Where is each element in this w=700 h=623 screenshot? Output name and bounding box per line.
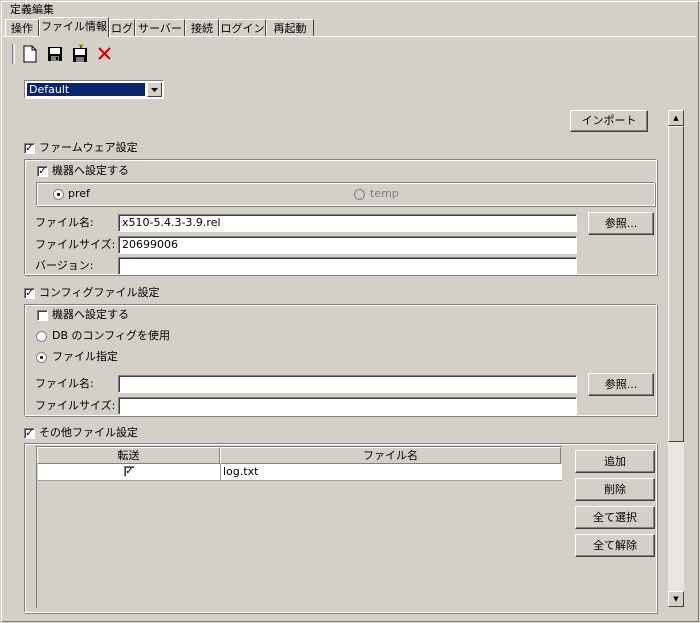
vertical-scrollbar[interactable]: ▲ ▼ [668,110,684,607]
column-header-filename[interactable]: ファイル名 [220,447,561,464]
tab-login[interactable]: ログイン [219,19,266,36]
config-filesize-field[interactable] [118,397,577,415]
remove-button[interactable]: 削除 [575,478,655,501]
tab-server[interactable]: サーバー [135,19,185,36]
other-files-table[interactable]: 転送 ファイル名 ✓ log.txt [36,446,562,608]
firmware-version-label: バージョン: [35,259,94,272]
firmware-filename-label: ファイル名: [35,216,94,229]
deselect-all-button[interactable]: 全て解除 [575,534,655,557]
save-icon[interactable] [45,44,65,64]
toolbar-separator [12,44,15,64]
tab-operation[interactable]: 操作 [5,19,39,36]
firmware-enable-checkbox[interactable]: ✓ [24,143,35,154]
column-header-transfer[interactable]: 転送 [37,447,220,464]
firmware-filesize-field[interactable]: 20699006 [118,236,577,254]
add-button[interactable]: 追加 [575,450,655,473]
tab-restart[interactable]: 再起動 [266,19,314,36]
scroll-thumb[interactable] [668,126,684,442]
profile-select[interactable]: Default [24,80,164,99]
config-filename-label: ファイル名: [35,377,94,390]
firmware-temp-radio[interactable] [354,189,365,200]
config-browse-button[interactable]: 参照... [588,373,654,396]
scroll-down-icon[interactable]: ▼ [668,591,684,607]
profile-selected-value: Default [27,83,145,96]
new-file-icon[interactable] [20,44,40,64]
firmware-filesize-label: ファイルサイズ: [35,238,116,251]
scroll-up-icon[interactable]: ▲ [668,110,684,126]
tab-file-info[interactable]: ファイル情報 [39,17,109,37]
config-file-specify-label: ファイル指定 [52,350,118,363]
config-enable-label: コンフィグファイル設定 [39,286,160,299]
config-apply-checkbox[interactable] [37,310,48,321]
firmware-browse-button[interactable]: 参照... [588,212,654,235]
select-all-button[interactable]: 全て選択 [575,506,655,529]
firmware-target-group [36,182,655,206]
config-filesize-label: ファイルサイズ: [35,399,116,412]
firmware-version-field[interactable] [118,257,577,275]
chevron-down-icon[interactable] [147,82,162,97]
firmware-apply-checkbox[interactable]: ✓ [37,166,48,177]
firmware-apply-label: 機器へ設定する [52,164,129,177]
config-filename-field[interactable] [118,375,577,393]
other-files-enable-label: その他ファイル設定 [39,426,138,439]
firmware-temp-label: temp [370,187,399,200]
row-divider [220,464,221,480]
firmware-filename-field[interactable]: x510-5.4.3-3.9.rel [118,214,577,232]
config-enable-checkbox[interactable]: ✓ [24,288,35,299]
other-files-enable-checkbox[interactable]: ✓ [24,428,35,439]
import-button[interactable]: インポート [570,110,648,132]
delete-icon[interactable] [95,44,115,64]
firmware-pref-radio[interactable] [53,189,64,200]
config-use-db-radio[interactable] [36,331,47,342]
row-transfer-checkbox[interactable]: ✓ [124,466,135,477]
firmware-pref-label: pref [68,187,90,200]
tab-log[interactable]: ログ [109,19,135,36]
tab-connection[interactable]: 接続 [185,19,219,36]
row-filename: log.txt [223,465,259,478]
table-row[interactable]: ✓ log.txt [38,464,562,481]
config-use-db-label: DB のコンフィグを使用 [52,329,170,342]
config-file-specify-radio[interactable] [36,352,47,363]
config-apply-label: 機器へ設定する [52,308,129,321]
firmware-enable-label: ファームウェア設定 [39,141,138,154]
window-title: 定義編集 [10,3,54,16]
save-as-icon[interactable] [70,44,90,64]
